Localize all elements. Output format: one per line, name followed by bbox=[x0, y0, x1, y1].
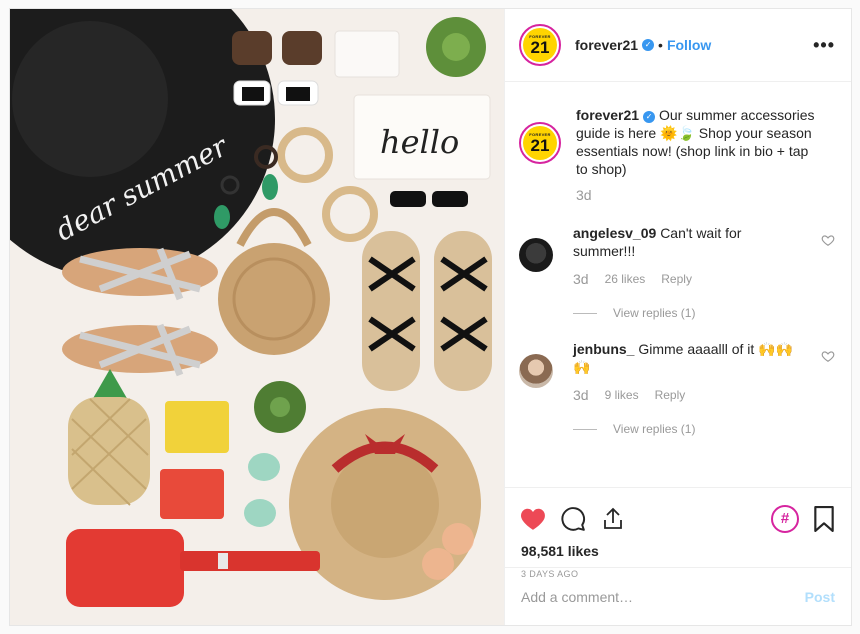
comment-button[interactable] bbox=[559, 505, 587, 533]
verified-badge-icon: ✓ bbox=[643, 111, 656, 123]
avatar-logo: FOREVER 21 bbox=[523, 28, 557, 62]
heart-outline-icon[interactable] bbox=[821, 233, 835, 247]
caption-username[interactable]: forever21 bbox=[576, 107, 639, 123]
add-comment-input[interactable] bbox=[521, 588, 805, 605]
comment-item: angelesv_09 Can't wait for summer!!! 3d … bbox=[519, 224, 835, 288]
comment-time[interactable]: 3d bbox=[573, 270, 589, 288]
comments-section[interactable]: FOREVER 21 forever21 ✓ Our summer accesso… bbox=[505, 82, 851, 487]
post-comment-button[interactable]: Post bbox=[805, 589, 835, 605]
bookmark-icon[interactable] bbox=[813, 505, 835, 532]
caption-text-block: forever21 ✓ Our summer accessories guide … bbox=[576, 106, 821, 204]
comment-meta: 3d 26 likes Reply bbox=[573, 270, 803, 288]
heart-outline-icon[interactable] bbox=[821, 349, 835, 363]
comment-username[interactable]: jenbuns_ bbox=[573, 341, 634, 357]
post-header: FOREVER 21 forever21 ✓ • Follow ••• bbox=[505, 9, 851, 82]
comment-meta: 3d 9 likes Reply bbox=[573, 386, 803, 404]
more-options-icon[interactable]: ••• bbox=[813, 35, 835, 56]
reply-button[interactable]: Reply bbox=[661, 270, 692, 288]
instagram-post: dear summer hello FOREVER 21 forever21 ✓… bbox=[9, 8, 852, 626]
reply-button[interactable]: Reply bbox=[655, 386, 686, 404]
pouch-lettering: hello bbox=[380, 123, 459, 161]
comment-body: angelesv_09 Can't wait for summer!!! 3d … bbox=[573, 224, 803, 288]
comment-time[interactable]: 3d bbox=[573, 386, 589, 404]
commenter-avatar[interactable] bbox=[519, 238, 553, 272]
header-username[interactable]: forever21 bbox=[575, 37, 638, 53]
view-replies-line bbox=[573, 312, 597, 314]
flatlay-illustration: dear summer hello bbox=[10, 9, 504, 625]
avatar-logo: FOREVER 21 bbox=[523, 126, 557, 160]
separator-dot: • bbox=[658, 37, 663, 53]
post-photo[interactable]: dear summer hello bbox=[10, 9, 504, 625]
avatar-logo-number: 21 bbox=[530, 37, 550, 57]
caption-time[interactable]: 3d bbox=[576, 186, 821, 204]
verified-badge-icon: ✓ bbox=[642, 39, 655, 51]
view-replies-label: View replies (1) bbox=[613, 422, 696, 436]
view-replies[interactable]: View replies (1) bbox=[573, 422, 835, 436]
avatar-logo-number: 21 bbox=[530, 135, 550, 155]
comment-body: jenbuns_ Gimme aaaalll of it 🙌🙌🙌 3d 9 li… bbox=[573, 340, 803, 404]
caption: FOREVER 21 forever21 ✓ Our summer accesso… bbox=[519, 106, 835, 204]
view-replies-line bbox=[573, 428, 597, 430]
comment-icon bbox=[561, 506, 585, 531]
hashtag-icon[interactable]: # bbox=[771, 504, 799, 533]
avatar[interactable]: FOREVER 21 bbox=[519, 24, 561, 66]
comment-likes[interactable]: 9 likes bbox=[605, 386, 639, 404]
comment-username[interactable]: angelesv_09 bbox=[573, 225, 656, 241]
action-bar: # bbox=[505, 487, 851, 549]
post-sidebar: FOREVER 21 forever21 ✓ • Follow ••• FORE… bbox=[504, 9, 851, 625]
comment-item: jenbuns_ Gimme aaaalll of it 🙌🙌🙌 3d 9 li… bbox=[519, 340, 835, 404]
view-replies-label: View replies (1) bbox=[613, 306, 696, 320]
view-replies[interactable]: View replies (1) bbox=[573, 306, 835, 320]
add-comment-bar: Post bbox=[505, 567, 851, 625]
like-button[interactable] bbox=[519, 505, 547, 533]
comment-likes[interactable]: 26 likes bbox=[605, 270, 646, 288]
share-button[interactable] bbox=[599, 505, 627, 533]
follow-button[interactable]: Follow bbox=[667, 37, 711, 53]
heart-filled-icon bbox=[521, 508, 545, 530]
commenter-avatar[interactable] bbox=[519, 354, 553, 388]
share-icon bbox=[604, 507, 622, 529]
caption-avatar[interactable]: FOREVER 21 bbox=[519, 122, 561, 164]
